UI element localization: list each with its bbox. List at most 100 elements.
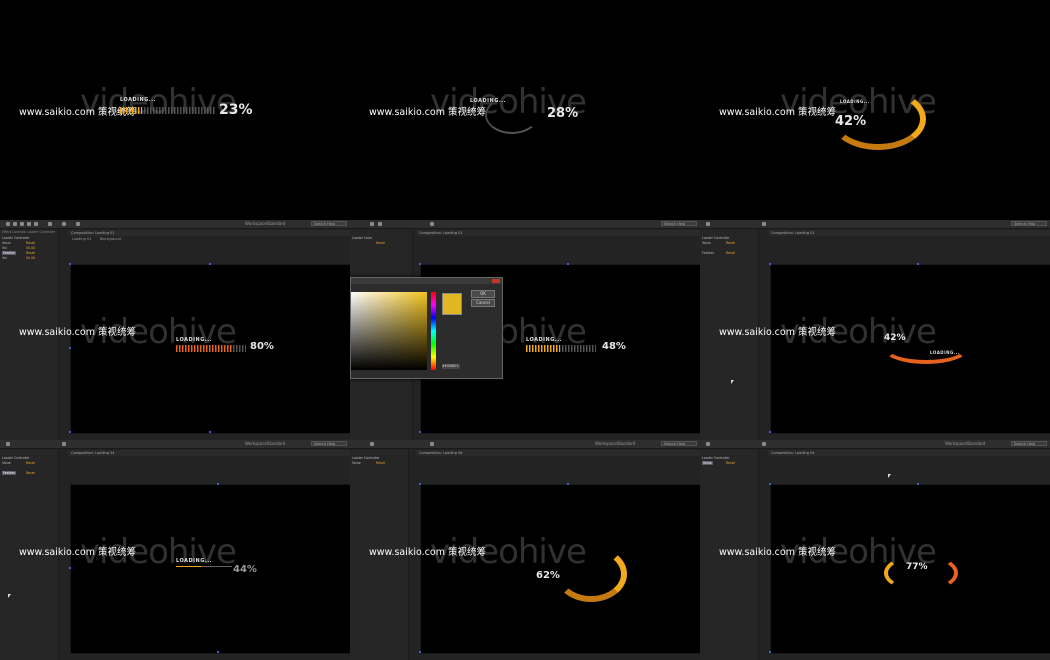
selection-handle[interactable]	[769, 483, 771, 485]
selection-handle[interactable]	[917, 483, 919, 485]
fx-row-label-selected[interactable]: Feather	[2, 471, 17, 475]
search-help-input[interactable]: Search Help	[1011, 221, 1047, 226]
hand-tool-icon[interactable]	[378, 222, 382, 226]
fx-name[interactable]: Loader Controller	[702, 456, 730, 460]
fx-row-label-selected[interactable]: Feather	[2, 251, 17, 255]
site-watermark: www.saikio.com 策视统筹	[369, 107, 486, 118]
fx-row-value[interactable]: Reset	[26, 471, 35, 475]
selection-handle[interactable]	[69, 347, 71, 349]
text-tool-icon[interactable]	[430, 442, 434, 446]
fx-color-value[interactable]: Reset	[376, 241, 385, 245]
selection-handle[interactable]	[69, 263, 71, 265]
selection-handle[interactable]	[769, 431, 771, 433]
effect-header[interactable]: Effect Controls: Loader Controller	[2, 230, 55, 234]
selection-handle[interactable]	[69, 431, 71, 433]
selection-handle[interactable]	[419, 651, 421, 653]
ok-button[interactable]: OK	[471, 290, 495, 298]
fx-row-value[interactable]: Reset	[726, 241, 735, 245]
selection-handle[interactable]	[217, 483, 219, 485]
rotate-tool-icon[interactable]	[27, 222, 31, 226]
tools-toolbar: Search Help	[350, 220, 700, 229]
composition-tab[interactable]: Composition: Loading 06	[416, 450, 700, 456]
selection-handle[interactable]	[69, 567, 71, 569]
workspace-select[interactable]: Standard	[967, 441, 985, 446]
fx-color-header[interactable]: Loader Color	[352, 236, 372, 240]
search-help-input[interactable]: Search Help	[311, 441, 347, 446]
pen-tool-icon[interactable]	[48, 222, 52, 226]
selection-tool-icon[interactable]	[370, 222, 374, 226]
fx-row-value[interactable]: 00.00	[26, 256, 35, 260]
tools-toolbar: Workspace: Standard Search Help	[700, 440, 1050, 449]
composition-tab[interactable]: Composition: Loading 01	[768, 230, 1050, 236]
fx-name[interactable]: Loader Controller	[702, 236, 730, 240]
tools-toolbar: Workspace: Standard Search Help	[0, 220, 350, 229]
hue-slider[interactable]	[431, 292, 436, 370]
workspace-select[interactable]: Standard	[267, 221, 285, 226]
color-swatch	[442, 293, 462, 315]
dialog-titlebar[interactable]	[351, 278, 502, 284]
brush-tool-icon[interactable]	[76, 222, 80, 226]
fx-row-label[interactable]: Value	[352, 461, 361, 465]
selection-handle[interactable]	[217, 651, 219, 653]
fx-row-label[interactable]: Val	[2, 246, 7, 250]
search-help-input[interactable]: Search Help	[661, 221, 697, 226]
selection-handle[interactable]	[567, 263, 569, 265]
composition-tab[interactable]: Composition: Loading 04	[768, 450, 1050, 456]
fx-row-label[interactable]: Value	[2, 241, 11, 245]
fx-row-value[interactable]: Reset	[726, 251, 735, 255]
color-field[interactable]	[351, 292, 427, 370]
mouse-cursor	[8, 594, 11, 598]
fx-name[interactable]: Loader Controller	[2, 456, 30, 460]
sub-tab-loading[interactable]: Loading 01	[72, 236, 91, 242]
selection-handle[interactable]	[419, 431, 421, 433]
selection-handle[interactable]	[769, 263, 771, 265]
tools-toolbar: Workspace: Standard Search Help	[0, 440, 350, 449]
fx-row-label[interactable]: Feather	[702, 251, 714, 255]
hex-field[interactable]: #E0B623	[442, 364, 460, 369]
selection-handle[interactable]	[209, 431, 211, 433]
selection-tool-icon[interactable]	[6, 222, 10, 226]
selection-tool-icon[interactable]	[706, 442, 710, 446]
sub-tab-background[interactable]: Background	[100, 236, 121, 242]
fx-row-value[interactable]: Reset	[26, 461, 35, 465]
search-help-input[interactable]: Search Help	[1011, 441, 1047, 446]
fx-row-value[interactable]: Reset	[376, 461, 385, 465]
composition-tab[interactable]: Composition: Loading 04	[68, 450, 350, 456]
camera-tool-icon[interactable]	[34, 222, 38, 226]
selection-handle[interactable]	[419, 483, 421, 485]
fx-row-label[interactable]: Val	[2, 256, 7, 260]
selection-tool-icon[interactable]	[706, 222, 710, 226]
text-tool-icon[interactable]	[762, 222, 766, 226]
fx-row-value[interactable]: Reset	[26, 251, 35, 255]
text-tool-icon[interactable]	[62, 442, 66, 446]
cancel-button[interactable]: Cancel	[471, 299, 495, 307]
selection-handle[interactable]	[567, 483, 569, 485]
percent-readout: 28%	[547, 106, 579, 121]
fx-row-label-selected[interactable]: Value	[702, 461, 713, 465]
fx-row-label[interactable]: Value	[702, 241, 711, 245]
fx-row-value[interactable]: Reset	[726, 461, 735, 465]
selection-tool-icon[interactable]	[6, 442, 10, 446]
search-help-input[interactable]: Search Help	[661, 441, 697, 446]
workspace-select[interactable]: Standard	[267, 441, 285, 446]
text-tool-icon[interactable]	[430, 222, 434, 226]
composition-tab[interactable]: Composition: Loading 01	[416, 230, 700, 236]
selection-handle[interactable]	[917, 263, 919, 265]
zoom-tool-icon[interactable]	[20, 222, 24, 226]
selection-handle[interactable]	[209, 263, 211, 265]
workspace-select[interactable]: Standard	[617, 441, 635, 446]
fx-row-value[interactable]: 00.00	[26, 246, 35, 250]
text-tool-icon[interactable]	[762, 442, 766, 446]
selection-tool-icon[interactable]	[370, 442, 374, 446]
fx-row-value[interactable]: Reset	[26, 241, 35, 245]
text-tool-icon[interactable]	[62, 222, 66, 226]
fx-name[interactable]: Loader Controller	[2, 236, 30, 240]
percent-readout: 44%	[233, 564, 257, 575]
fx-row-label[interactable]: Value	[2, 461, 11, 465]
fx-name[interactable]: Loader Controller	[352, 456, 380, 460]
close-icon[interactable]	[492, 279, 500, 283]
search-help-input[interactable]: Search Help	[311, 221, 347, 226]
selection-handle[interactable]	[769, 651, 771, 653]
hand-tool-icon[interactable]	[13, 222, 17, 226]
selection-handle[interactable]	[419, 263, 421, 265]
